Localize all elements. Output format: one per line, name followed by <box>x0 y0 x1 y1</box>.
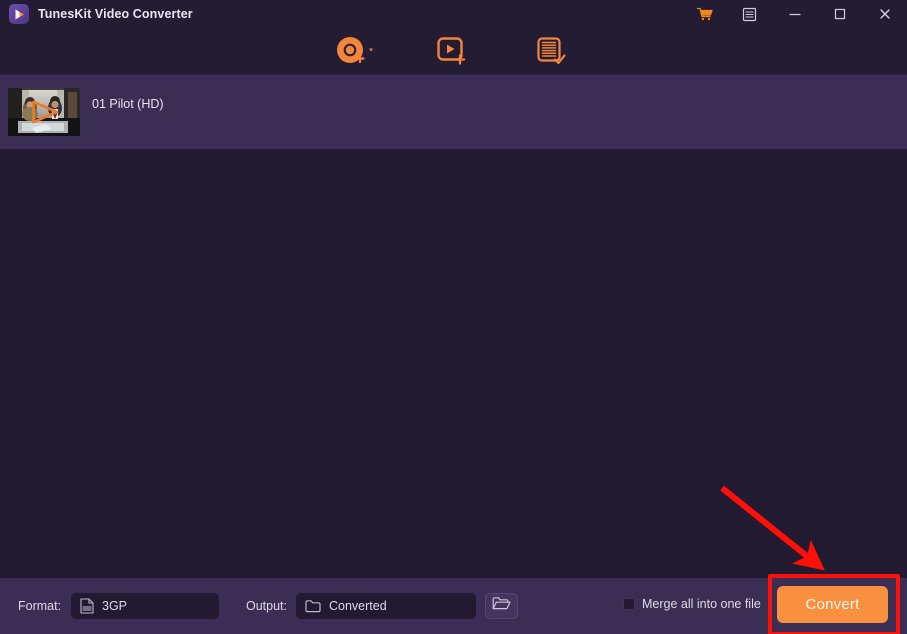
file-format-icon <box>80 598 94 614</box>
output-value: Converted <box>329 599 387 613</box>
format-label: Format: <box>18 599 62 613</box>
folder-open-icon <box>492 596 511 616</box>
merge-all-checkbox[interactable]: Merge all into one file <box>623 597 761 611</box>
format-value: 3GP <box>102 599 128 613</box>
merge-checkbox-box[interactable] <box>623 598 635 610</box>
video-thumbnail <box>8 88 80 136</box>
format-field[interactable]: 3GP <box>71 593 219 619</box>
main-toolbar <box>0 28 907 75</box>
output-label: Output: <box>246 599 287 613</box>
title-bar: TunesKit Video Converter <box>0 0 907 28</box>
batch-list-button[interactable] <box>529 32 575 72</box>
output-field[interactable]: Converted <box>296 593 476 619</box>
add-video-button[interactable] <box>431 32 477 72</box>
file-list-area <box>0 149 907 578</box>
window-title: TunesKit Video Converter <box>38 7 193 21</box>
disc-plus-icon <box>336 36 373 63</box>
convert-highlight-rect <box>768 574 900 634</box>
window-controls <box>682 0 907 28</box>
video-plus-icon <box>436 36 465 65</box>
menu-icon[interactable] <box>727 0 772 28</box>
tuneskit-video-converter-window: TunesKit Video Converter 01 Pilot (HD) F… <box>0 0 907 634</box>
file-title: 01 Pilot (HD) <box>92 97 164 111</box>
cart-icon[interactable] <box>682 0 727 28</box>
maximize-icon[interactable] <box>817 0 862 28</box>
folder-icon <box>305 599 321 613</box>
close-icon[interactable] <box>862 0 907 28</box>
app-logo-icon <box>9 4 29 24</box>
file-list-row[interactable]: 01 Pilot (HD) 00:05:00.09 <box>0 75 907 212</box>
browse-output-button[interactable] <box>485 593 518 619</box>
minimize-icon[interactable] <box>772 0 817 28</box>
merge-label: Merge all into one file <box>642 597 761 611</box>
list-check-icon <box>536 36 566 64</box>
add-dvd-button[interactable] <box>333 32 379 72</box>
